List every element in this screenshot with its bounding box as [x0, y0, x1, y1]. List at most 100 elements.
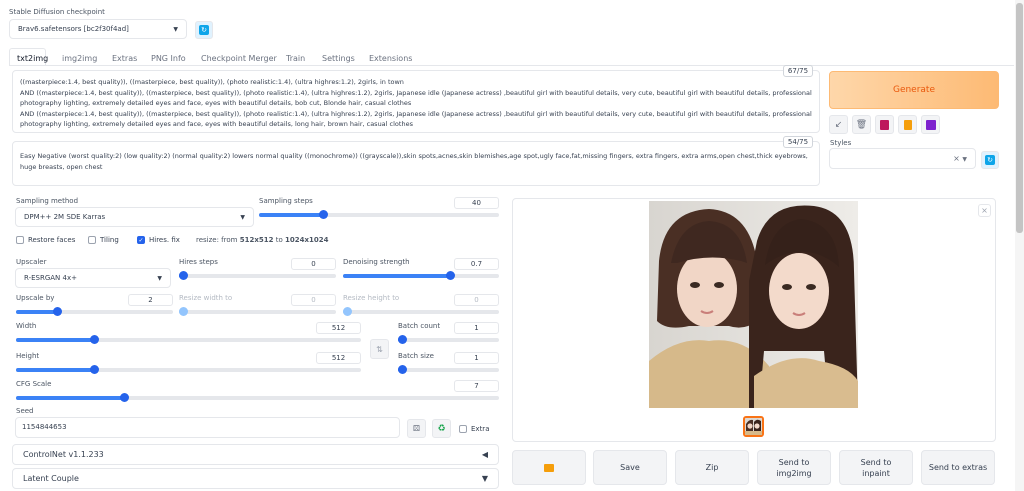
- denoising-slider[interactable]: [343, 271, 499, 280]
- swap-icon: ⇅: [376, 344, 383, 354]
- upscale-by-label: Upscale by: [16, 294, 55, 302]
- refresh-checkpoint-button[interactable]: ↻: [195, 21, 213, 39]
- latent-couple-accordion[interactable]: Latent Couple ▼: [12, 468, 499, 489]
- gallery-thumbnail[interactable]: [743, 416, 764, 437]
- cfg-scale-label: CFG Scale: [16, 380, 52, 388]
- clear-styles-icon[interactable]: × ▼: [953, 154, 967, 163]
- resize-info: resize: from 512x512 to 1024x1024: [196, 236, 328, 244]
- scrollbar-thumb[interactable]: [1016, 3, 1023, 233]
- slider-knob[interactable]: [446, 271, 455, 280]
- hires-steps-input[interactable]: 0: [291, 258, 336, 270]
- sampling-steps-slider[interactable]: [259, 210, 499, 219]
- controlnet-accordion[interactable]: ControlNet v1.1.233 ◀: [12, 444, 499, 465]
- tab-extras[interactable]: Extras: [112, 54, 137, 63]
- height-label: Height: [16, 352, 40, 360]
- slider-knob[interactable]: [319, 210, 328, 219]
- chevron-down-icon: ▼: [173, 25, 178, 33]
- tiling-checkbox[interactable]: Tiling: [88, 236, 119, 244]
- tab-divider: [9, 65, 1014, 66]
- checkbox-box[interactable]: [459, 425, 467, 433]
- denoising-input[interactable]: 0.7: [454, 258, 499, 270]
- save-style-button[interactable]: [921, 115, 940, 134]
- cfg-scale-input[interactable]: 7: [454, 380, 499, 392]
- upscaler-label: Upscaler: [16, 258, 47, 266]
- extra-seed-checkbox[interactable]: Extra: [459, 425, 489, 433]
- tiling-label: Tiling: [100, 236, 119, 244]
- random-seed-button[interactable]: ⚄: [407, 419, 426, 438]
- slider-knob[interactable]: [179, 307, 188, 316]
- thumbnail-image: [745, 418, 762, 435]
- slider-knob[interactable]: [179, 271, 188, 280]
- floppy-disk-icon: [925, 119, 936, 130]
- restore-faces-checkbox[interactable]: Restore faces: [16, 236, 75, 244]
- height-slider[interactable]: [16, 365, 361, 374]
- tab-extensions[interactable]: Extensions: [369, 54, 412, 63]
- controlnet-title: ControlNet v1.1.233: [23, 450, 104, 459]
- slider-knob[interactable]: [53, 307, 62, 316]
- tab-txt2img[interactable]: txt2img: [17, 54, 48, 63]
- generated-image[interactable]: [649, 201, 858, 408]
- open-folder-button[interactable]: [512, 450, 586, 485]
- seed-input[interactable]: 1154844653: [15, 417, 400, 438]
- swap-dimensions-button[interactable]: ⇅: [370, 339, 389, 359]
- slider-knob[interactable]: [120, 393, 129, 402]
- cfg-scale-slider[interactable]: [16, 393, 499, 402]
- batch-size-input[interactable]: 1: [454, 352, 499, 364]
- styles-dropdown[interactable]: × ▼: [829, 148, 976, 169]
- hires-fix-checkbox[interactable]: ✓ Hires. fix: [137, 236, 180, 244]
- close-gallery-button[interactable]: ×: [978, 204, 991, 217]
- negative-prompt-textarea[interactable]: Easy Negative (worst quality:2) (low qua…: [12, 141, 820, 186]
- refresh-styles-button[interactable]: ↻: [981, 151, 999, 169]
- read-params-button[interactable]: ↙: [829, 115, 848, 134]
- send-to-extras-button[interactable]: Send to extras: [921, 450, 995, 485]
- tab-png-info[interactable]: PNG Info: [151, 54, 186, 63]
- tab-settings[interactable]: Settings: [322, 54, 355, 63]
- clear-prompt-button[interactable]: 🗑: [852, 115, 871, 134]
- tab-img2img[interactable]: img2img: [62, 54, 97, 63]
- reuse-seed-button[interactable]: ♻: [432, 419, 451, 438]
- height-input[interactable]: 512: [316, 352, 361, 364]
- resize-width-slider[interactable]: [179, 307, 336, 316]
- sampling-method-dropdown[interactable]: DPM++ 2M SDE Karras ▼: [15, 207, 254, 227]
- send-to-inpaint-button[interactable]: Send to inpaint: [839, 450, 913, 485]
- sampling-method-value: DPM++ 2M SDE Karras: [24, 213, 106, 221]
- checkbox-box[interactable]: [88, 236, 96, 244]
- refresh-icon: ↻: [199, 25, 209, 35]
- checkbox-checked[interactable]: ✓: [137, 236, 145, 244]
- extra-networks-button[interactable]: [875, 115, 894, 134]
- tab-checkpoint-merger[interactable]: Checkpoint Merger: [201, 54, 277, 63]
- batch-count-slider[interactable]: [398, 335, 499, 344]
- width-slider[interactable]: [16, 335, 361, 344]
- sampling-steps-input[interactable]: 40: [454, 197, 499, 209]
- apply-style-button[interactable]: [898, 115, 917, 134]
- slider-knob[interactable]: [90, 365, 99, 374]
- hires-steps-slider[interactable]: [179, 271, 336, 280]
- width-input[interactable]: 512: [316, 322, 361, 334]
- upscaler-dropdown[interactable]: R-ESRGAN 4x+ ▼: [15, 268, 171, 288]
- resize-height-slider[interactable]: [343, 307, 499, 316]
- slider-fill: [16, 338, 94, 342]
- upscaler-value: R-ESRGAN 4x+: [24, 274, 77, 282]
- resize-height-input[interactable]: 0: [454, 294, 499, 306]
- upscale-by-input[interactable]: 2: [128, 294, 173, 306]
- resize-width-input[interactable]: 0: [291, 294, 336, 306]
- generate-button[interactable]: Generate: [829, 71, 999, 109]
- slider-knob[interactable]: [343, 307, 352, 316]
- slider-knob[interactable]: [90, 335, 99, 344]
- slider-knob[interactable]: [398, 365, 407, 374]
- save-button[interactable]: Save: [593, 450, 667, 485]
- sampling-steps-label: Sampling steps: [259, 197, 313, 205]
- zip-button[interactable]: Zip: [675, 450, 749, 485]
- prompt-textarea[interactable]: ((masterpiece:1.4, best quality)), ((mas…: [12, 70, 820, 133]
- checkpoint-dropdown[interactable]: Brav6.safetensors [bc2f30f4ad] ▼: [9, 19, 187, 39]
- batch-count-input[interactable]: 1: [454, 322, 499, 334]
- tab-train[interactable]: Train: [286, 54, 305, 63]
- upscale-by-slider[interactable]: [16, 307, 173, 316]
- chevron-down-icon: ▼: [962, 156, 967, 163]
- slider-fill: [16, 368, 94, 372]
- card-icon: [880, 119, 889, 130]
- send-to-img2img-button[interactable]: Send to img2img: [757, 450, 831, 485]
- slider-knob[interactable]: [398, 335, 407, 344]
- batch-size-slider[interactable]: [398, 365, 499, 374]
- checkbox-box[interactable]: [16, 236, 24, 244]
